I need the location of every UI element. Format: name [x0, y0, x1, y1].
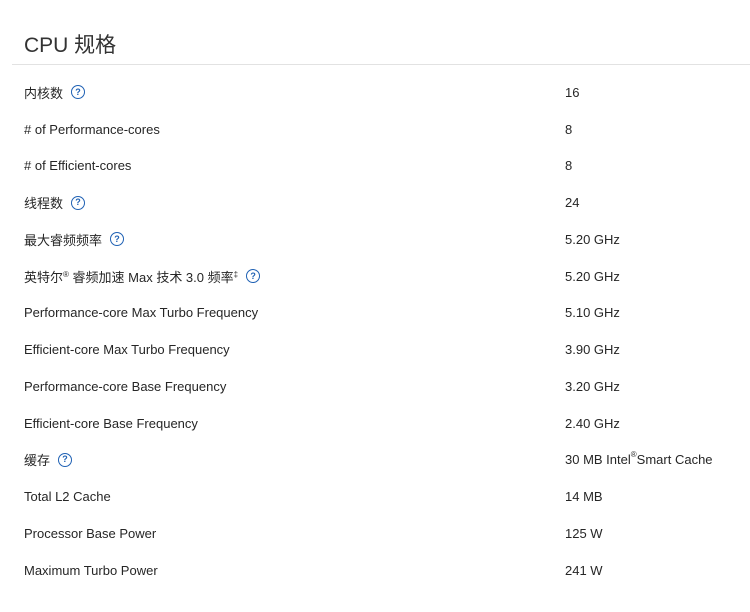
spec-value: 14 MB — [565, 489, 603, 505]
spec-label: Efficient-core Max Turbo Frequency — [24, 331, 230, 368]
spec-label: Maximum Turbo Power — [24, 552, 158, 589]
question-circle-icon[interactable]: ? — [110, 232, 125, 247]
spec-row-turbo-boost-max-3: 英特尔® 睿频加速 Max 技术 3.0 频率‡ ? 5.20 GHz — [0, 258, 750, 295]
spec-value: 8 — [565, 158, 573, 174]
spec-row-base-power: Processor Base Power 125 W — [0, 515, 750, 552]
spec-value: 3.20 GHz — [565, 378, 620, 394]
spec-label: Total L2 Cache — [24, 478, 111, 515]
spec-label-text: Performance-core Base Frequency — [24, 378, 227, 394]
spec-value: 24 — [565, 195, 580, 211]
spec-value: 125 W — [565, 525, 603, 541]
spec-value: 5.20 GHz — [565, 268, 620, 284]
spec-label-mid: 睿频加速 Max 技术 3.0 频率 — [68, 269, 234, 285]
spec-row-performance-cores: # of Performance-cores 8 — [0, 111, 750, 148]
question-circle-icon[interactable]: ? — [71, 85, 86, 100]
registered-mark: ® — [630, 450, 637, 460]
spec-row-cache: 缓存 ? 30 MB Intel ® Smart Cache — [0, 442, 750, 479]
spec-label-text: 最大睿频频率 — [24, 232, 103, 248]
question-circle-icon[interactable]: ? — [246, 269, 261, 284]
spec-label-text: Efficient-core Max Turbo Frequency — [24, 342, 230, 358]
footnote-mark: ‡ — [233, 269, 239, 279]
spec-label-text: # of Performance-cores — [24, 121, 160, 137]
question-circle-icon[interactable]: ? — [58, 452, 73, 467]
spec-label: # of Performance-cores — [24, 111, 160, 148]
spec-value: 5.20 GHz — [565, 231, 620, 247]
spec-row-max-turbo-frequency: 最大睿频频率 ? 5.20 GHz — [0, 221, 750, 258]
spec-label-text: 缓存 — [24, 453, 51, 469]
spec-label-pre: 英特尔 — [24, 269, 64, 285]
spec-label: 线程数 ? — [24, 184, 86, 221]
spec-label-text: 线程数 — [24, 196, 64, 212]
spec-label: 缓存 ? — [24, 442, 73, 479]
spec-label: Efficient-core Base Frequency — [24, 405, 198, 442]
spec-label-text: Performance-core Max Turbo Frequency — [24, 305, 259, 321]
spec-label: Performance-core Max Turbo Frequency — [24, 295, 258, 332]
spec-row-max-turbo-power: Maximum Turbo Power 241 W — [0, 552, 750, 589]
spec-row-threads: 线程数 ? 24 — [0, 184, 750, 221]
cpu-spec-panel: CPU 规格 内核数 ? 16 # of Performance-cores 8… — [0, 0, 750, 612]
spec-row-pcore-max-turbo: Performance-core Max Turbo Frequency 5.1… — [0, 295, 750, 332]
spec-row-efficient-cores: # of Efficient-cores 8 — [0, 148, 750, 185]
registered-mark: ® — [63, 269, 69, 279]
spec-value-pre: 30 MB Intel — [565, 452, 631, 468]
spec-label: Processor Base Power — [24, 515, 156, 552]
spec-label: 内核数 ? — [24, 74, 86, 111]
spec-row-l2-cache: Total L2 Cache 14 MB — [0, 478, 750, 515]
spec-value: 8 — [565, 121, 573, 137]
spec-row-cores: 内核数 ? 16 — [0, 74, 750, 111]
spec-value: 30 MB Intel ® Smart Cache — [565, 442, 713, 479]
spec-label-text: # of Efficient-cores — [24, 158, 132, 174]
spec-value-post: Smart Cache — [636, 452, 713, 468]
spec-value: 2.40 GHz — [565, 415, 620, 431]
question-circle-icon[interactable]: ? — [71, 195, 86, 210]
spec-table: 内核数 ? 16 # of Performance-cores 8 # of E… — [0, 74, 750, 589]
spec-label-text: Processor Base Power — [24, 525, 157, 541]
spec-label-text: Efficient-core Base Frequency — [24, 415, 198, 431]
spec-value: 5.10 GHz — [565, 305, 620, 321]
spec-label: # of Efficient-cores — [24, 148, 131, 185]
spec-value: 3.90 GHz — [565, 342, 620, 358]
spec-label-text: Total L2 Cache — [24, 489, 111, 505]
spec-value: 241 W — [565, 562, 603, 578]
spec-label-text: 英特尔® 睿频加速 Max 技术 3.0 频率‡ — [24, 267, 238, 286]
spec-label-text: 内核数 — [24, 85, 64, 101]
spec-row-ecore-max-turbo: Efficient-core Max Turbo Frequency 3.90 … — [0, 331, 750, 368]
spec-value: 16 — [565, 84, 580, 100]
spec-label-text: Maximum Turbo Power — [24, 562, 158, 578]
spec-label: Performance-core Base Frequency — [24, 368, 226, 405]
spec-label: 英特尔® 睿频加速 Max 技术 3.0 频率‡ ? — [24, 258, 261, 295]
spec-label: 最大睿频频率 ? — [24, 221, 125, 258]
spec-row-ecore-base: Efficient-core Base Frequency 2.40 GHz — [0, 405, 750, 442]
spec-row-pcore-base: Performance-core Base Frequency 3.20 GHz — [0, 368, 750, 405]
section-title: CPU 规格 — [24, 34, 117, 57]
title-divider — [12, 64, 750, 65]
